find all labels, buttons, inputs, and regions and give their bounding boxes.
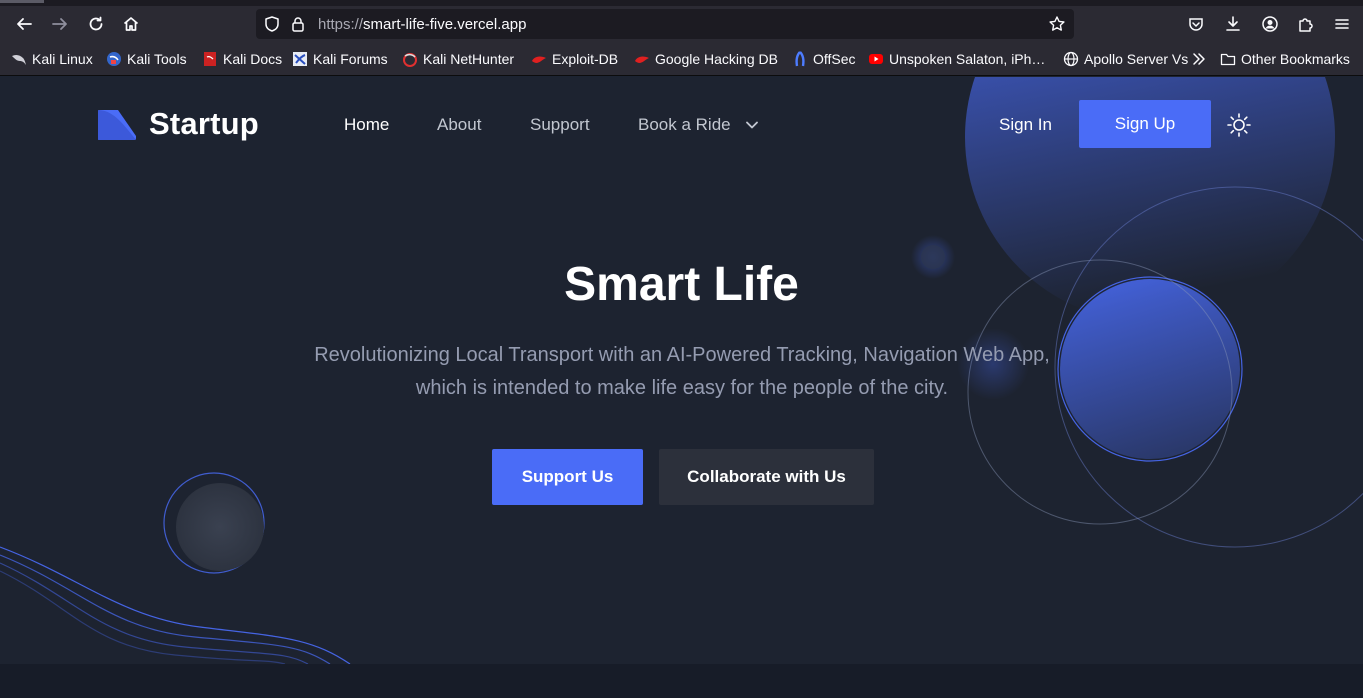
lock-icon[interactable] xyxy=(289,15,307,33)
bookmark-label: Other Bookmarks xyxy=(1241,51,1350,67)
bookmark-label: Exploit-DB xyxy=(552,51,619,67)
kali-docs-icon xyxy=(204,52,216,66)
nav-book-a-ride[interactable]: Book a Ride xyxy=(638,115,731,135)
sun-icon[interactable] xyxy=(1226,112,1252,138)
kali-dragon-icon xyxy=(12,54,26,65)
reload-icon xyxy=(89,16,103,31)
address-bar[interactable]: https://smart-life-five.vercel.app xyxy=(256,9,1074,39)
bookmark-google-hacking-db[interactable]: Google Hacking DB xyxy=(634,50,778,68)
pocket-button[interactable] xyxy=(1182,10,1210,38)
url-protocol: https:// xyxy=(318,16,364,33)
bookmark-kali-docs[interactable]: Kali Docs xyxy=(202,50,282,68)
forward-button[interactable] xyxy=(46,10,74,38)
nav-about[interactable]: About xyxy=(437,115,481,135)
bookmark-label: Kali NetHunter xyxy=(423,51,515,67)
bookmark-label: OffSec xyxy=(813,51,856,67)
ghdb-icon xyxy=(635,56,649,63)
globe-icon xyxy=(1063,51,1079,67)
account-icon xyxy=(1262,16,1278,32)
url-text[interactable]: https://smart-life-five.vercel.app xyxy=(318,16,526,33)
kali-tools-icon xyxy=(107,52,121,66)
pocket-icon xyxy=(1189,18,1203,31)
youtube-icon xyxy=(869,54,883,64)
bookmarks-overflow-chevron-icon[interactable] xyxy=(1190,50,1208,68)
downloads-button[interactable] xyxy=(1219,10,1247,38)
url-host: smart-life-five.vercel.app xyxy=(363,16,527,33)
page-viewport: Startup Home About Support Book a Ride S… xyxy=(0,77,1363,664)
hero-subtitle: Revolutionizing Local Transport with an … xyxy=(281,339,1083,405)
sign-up-button[interactable]: Sign Up xyxy=(1079,100,1211,148)
bookmark-label: Kali Forums xyxy=(313,51,388,67)
bookmark-label: Apollo Server Vs xyxy=(1084,51,1188,67)
startup-logo-icon xyxy=(98,110,136,140)
next-section-edge xyxy=(0,664,1363,698)
bookmark-label: Kali Tools xyxy=(127,51,187,67)
bookmark-kali-linux[interactable]: Kali Linux xyxy=(11,50,93,68)
chevron-down-icon[interactable] xyxy=(744,117,760,133)
menu-button[interactable] xyxy=(1328,10,1356,38)
bookmark-offsec[interactable]: OffSec xyxy=(792,50,856,68)
sign-in-link[interactable]: Sign In xyxy=(999,115,1052,135)
hero-subtitle-line: which is intended to make life easy for … xyxy=(415,377,949,399)
bookmark-kali-tools[interactable]: Kali Tools xyxy=(106,50,187,68)
bookmark-unspoken-salaton[interactable]: Unspoken Salaton, iPh… xyxy=(868,50,1045,68)
hero-title: Smart Life xyxy=(564,258,799,311)
hero-subtitle-line: Revolutionizing Local Transport with an … xyxy=(314,344,1050,366)
support-us-button[interactable]: Support Us xyxy=(492,449,643,505)
reload-button[interactable] xyxy=(82,10,110,38)
home-icon xyxy=(123,17,139,31)
back-button[interactable] xyxy=(10,10,38,38)
bookmark-kali-nethunter[interactable]: Kali NetHunter xyxy=(402,50,514,68)
browser-toolbar: https://smart-life-five.vercel.app xyxy=(0,6,1363,42)
bookmarks-toolbar: Kali Linux Kali Tools Kali Docs Kali For… xyxy=(0,42,1363,76)
bookmark-exploit-db[interactable]: Exploit-DB xyxy=(531,50,618,68)
nethunter-icon xyxy=(403,53,417,67)
bookmark-label: Unspoken Salaton, iPh… xyxy=(889,51,1046,67)
extensions-button[interactable] xyxy=(1292,10,1320,38)
hamburger-icon xyxy=(1335,19,1349,29)
arrow-left-icon xyxy=(17,18,32,30)
account-button[interactable] xyxy=(1256,10,1284,38)
bookmark-label: Google Hacking DB xyxy=(655,51,778,67)
bookmark-label: Kali Linux xyxy=(32,51,93,67)
puzzle-icon xyxy=(1299,18,1313,32)
bookmark-other-bookmarks[interactable]: Other Bookmarks xyxy=(1220,50,1350,68)
kali-forums-icon xyxy=(293,52,307,66)
arrow-right-icon xyxy=(52,18,67,30)
nav-home[interactable]: Home xyxy=(344,115,389,135)
offsec-icon xyxy=(795,51,805,67)
star-icon[interactable] xyxy=(1048,15,1066,33)
collaborate-button[interactable]: Collaborate with Us xyxy=(659,449,874,505)
folder-icon xyxy=(1220,53,1236,66)
home-button[interactable] xyxy=(117,10,145,38)
bookmark-label: Kali Docs xyxy=(223,51,283,67)
bookmark-kali-forums[interactable]: Kali Forums xyxy=(292,50,388,68)
nav-support[interactable]: Support xyxy=(530,115,590,135)
download-icon xyxy=(1226,16,1240,31)
active-tab-indicator xyxy=(0,0,44,3)
shield-icon[interactable] xyxy=(263,15,281,33)
site-logo[interactable]: Startup xyxy=(98,106,259,142)
exploit-db-icon xyxy=(532,56,546,63)
logo-text: Startup xyxy=(149,106,259,141)
bookmark-apollo-server[interactable]: Apollo Server Vs xyxy=(1063,50,1188,68)
